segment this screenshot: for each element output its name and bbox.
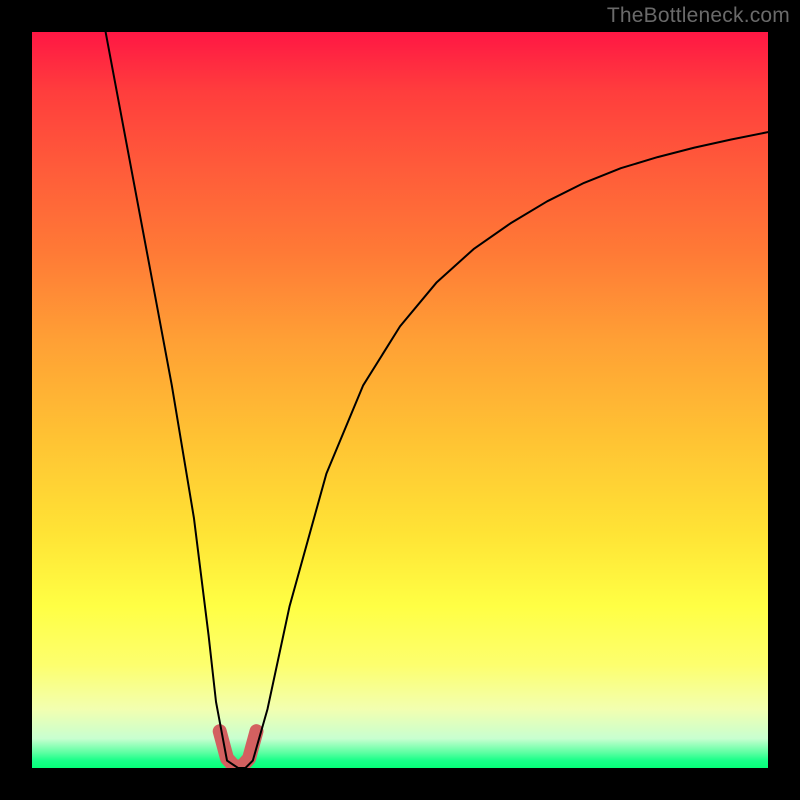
chart-svg xyxy=(32,32,768,768)
chart-frame: TheBottleneck.com xyxy=(0,0,800,800)
bottleneck-curve-line xyxy=(106,32,768,768)
plot-area xyxy=(32,32,768,768)
watermark-text: TheBottleneck.com xyxy=(607,4,790,28)
